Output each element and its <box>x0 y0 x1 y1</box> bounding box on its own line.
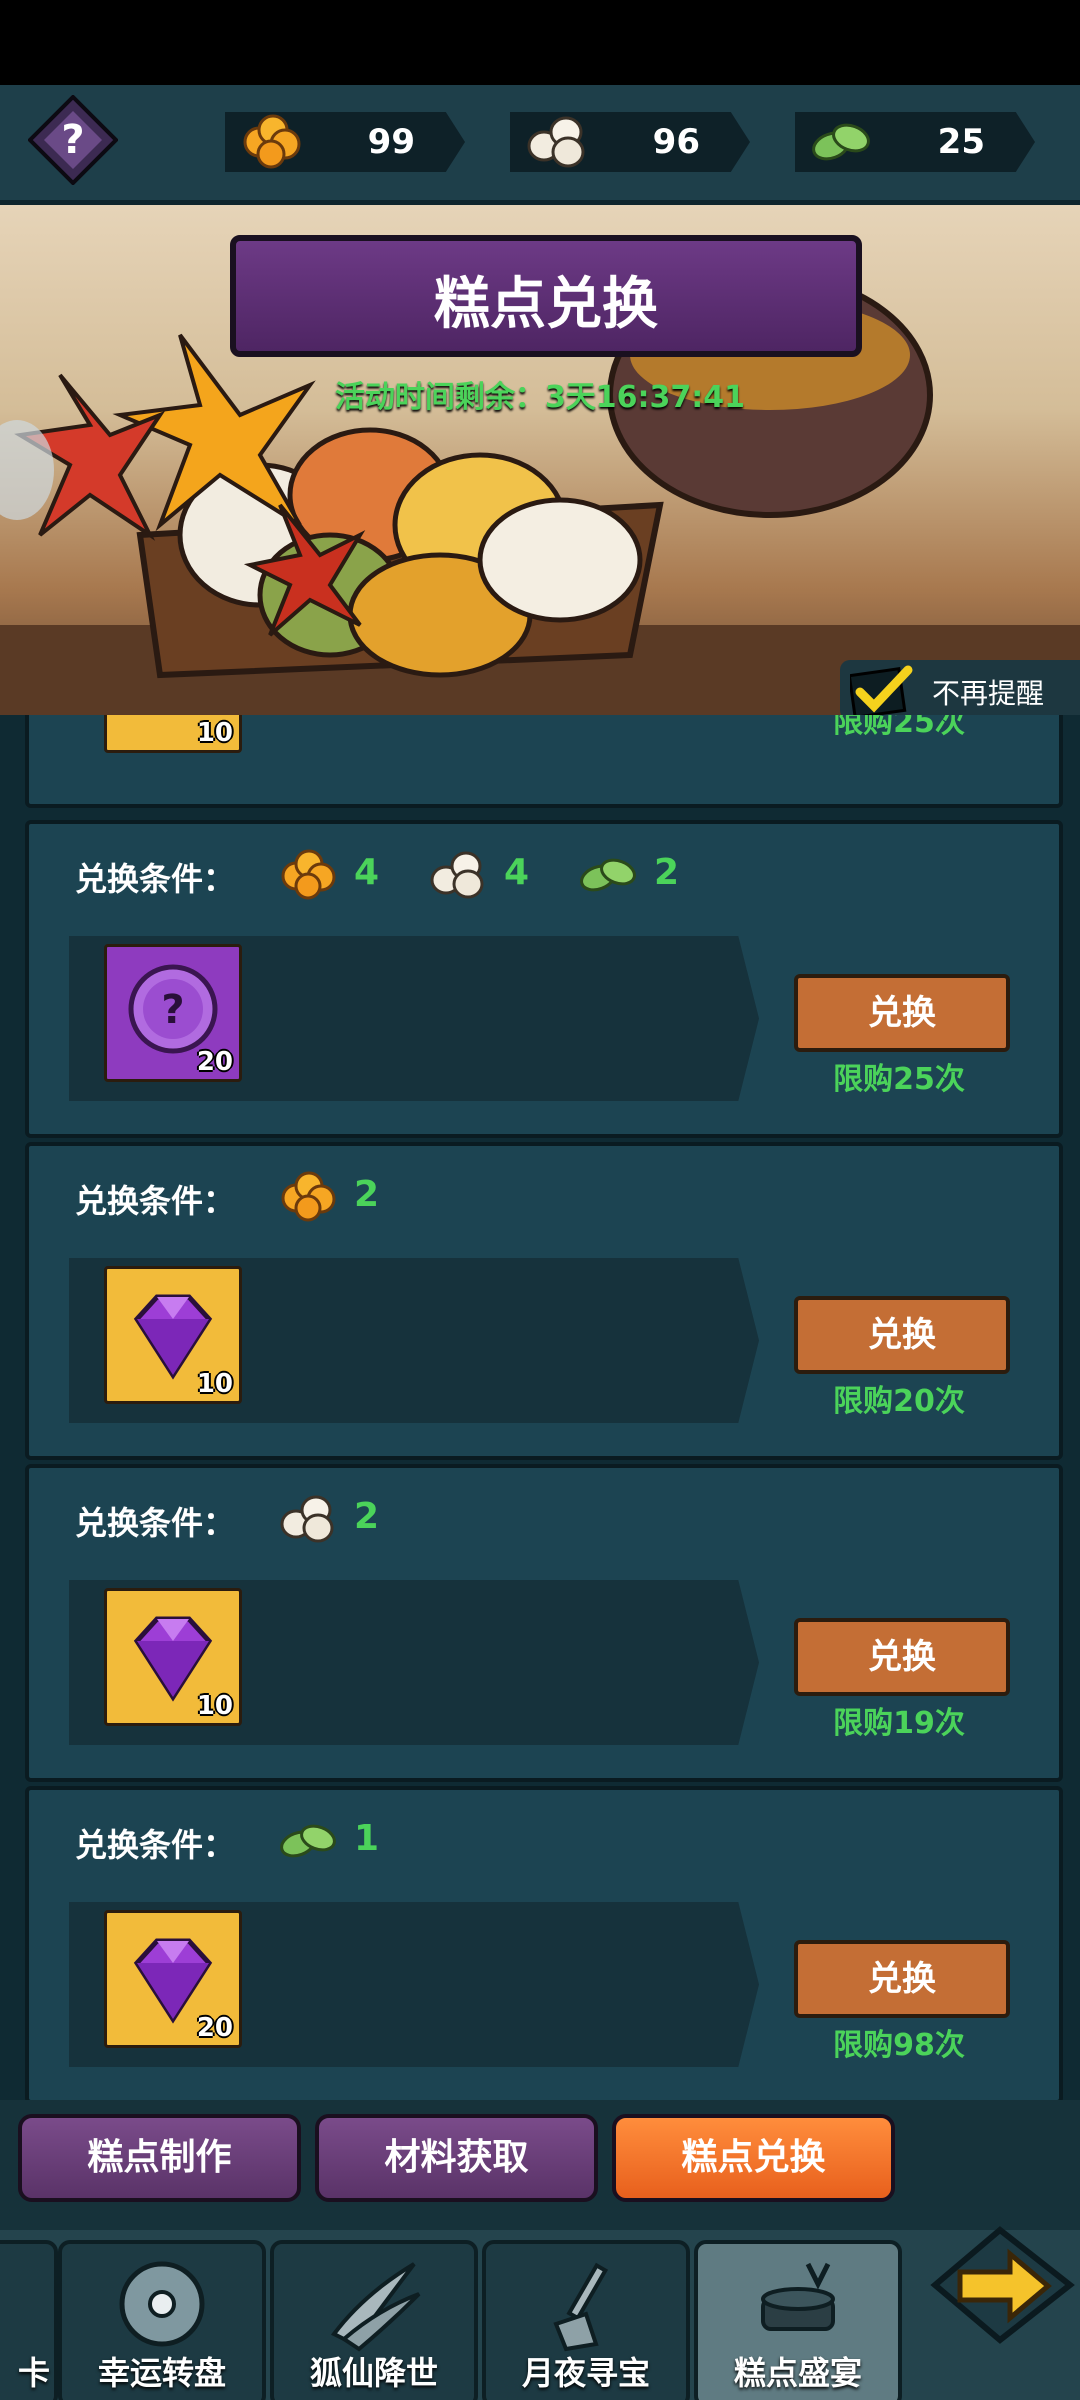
item-count: 10 <box>196 1691 233 1721</box>
timer-label: 活动时间剩余： <box>334 380 545 415</box>
resource-green-leaf: 25 <box>795 112 1035 172</box>
item-count: 10 <box>196 718 233 748</box>
green-leaf-icon <box>580 858 636 892</box>
nav-item-lucky-wheel[interactable]: 幸运转盘 <box>58 2240 266 2400</box>
banner-title-plate: 糕点兑换 <box>230 235 862 357</box>
white-dumpling-icon <box>527 116 585 168</box>
tab-material-obtain[interactable]: 材料获取 <box>315 2114 598 2202</box>
green-leaf-icon <box>280 1824 336 1858</box>
exchange-card: 兑换条件： 1 20 兑换 限购98次 <box>25 1786 1063 2104</box>
exchange-card-partial: 10 限购25次 <box>25 715 1063 808</box>
condition-label: 兑换条件： <box>75 860 236 898</box>
condition-qty: 4 <box>504 852 530 893</box>
reward-item[interactable]: 20 <box>104 1910 242 2048</box>
sub-tab-bar: 糕点制作 材料获取 糕点兑换 <box>0 2100 1080 2230</box>
nav-label: 糕点盛宴 <box>733 2354 862 2392</box>
pastry-feast-icon <box>761 2262 835 2331</box>
checkmark-icon <box>850 665 913 718</box>
exchange-card: 兑换条件： 2 10 兑换 限购20次 <box>25 1142 1063 1460</box>
exchange-button[interactable]: 兑换 <box>794 1296 1010 1374</box>
condition-qty: 4 <box>354 852 380 893</box>
condition-label: 兑换条件： <box>75 1504 236 1542</box>
fox-tails-icon <box>330 2262 421 2352</box>
orange-flower-icon <box>281 1171 336 1222</box>
purchase-limit: 限购25次 <box>833 715 965 740</box>
exchange-button[interactable]: 兑换 <box>794 1618 1010 1696</box>
white-dumpling-icon <box>280 1495 334 1543</box>
purchase-limit: 限购25次 <box>833 1062 965 1097</box>
question-icon: ? <box>27 94 119 186</box>
green-leaf-icon <box>812 123 870 161</box>
exchange-card: 兑换条件： 2 10 兑换 限购19次 <box>25 1464 1063 1782</box>
resource-value: 99 <box>367 122 415 162</box>
no-remind-label: 不再提醒 <box>932 677 1045 710</box>
resource-value: 96 <box>652 122 700 162</box>
item-count: 20 <box>196 1047 233 1077</box>
white-dumpling-icon <box>430 851 484 899</box>
item-count: 10 <box>196 1369 233 1399</box>
resource-white-dumpling: 96 <box>510 112 750 172</box>
exchange-card: 兑换条件： 4 4 2 ? 20 兑换 限购25次 <box>25 820 1063 1138</box>
nav-label: 卡 <box>17 2354 50 2392</box>
tab-pastry-exchange[interactable]: 糕点兑换 <box>612 2114 895 2202</box>
svg-text:?: ? <box>61 117 84 163</box>
reward-item[interactable]: 10 <box>104 715 242 753</box>
shovel-icon <box>553 2262 609 2352</box>
reward-item[interactable]: 10 <box>104 1266 242 1404</box>
condition-qty: 2 <box>654 852 680 893</box>
event-timer: 活动时间剩余：3天16:37:41 <box>0 372 1080 416</box>
nav-next-button[interactable] <box>920 2210 1080 2360</box>
tab-pastry-making[interactable]: 糕点制作 <box>18 2114 301 2202</box>
page-title: 糕点兑换 <box>434 272 658 337</box>
orange-flower-icon <box>281 849 336 900</box>
condition-label: 兑换条件： <box>75 1182 236 1220</box>
purchase-limit: 限购19次 <box>833 1706 965 1741</box>
nav-label: 幸运转盘 <box>97 2354 226 2392</box>
item-count: 20 <box>196 2013 233 2043</box>
condition-label: 兑换条件： <box>75 1826 236 1864</box>
condition-qty: 2 <box>354 1174 380 1215</box>
arrow-right-icon <box>930 2226 1075 2344</box>
nav-label: 狐仙降世 <box>309 2354 438 2392</box>
game-screen: ? 99 96 25 糕点兑换 活动时间剩余：3天16:37:41 不再提醒 1… <box>0 0 1080 2400</box>
wheel-icon <box>119 2261 205 2347</box>
nav-item-moon-treasure[interactable]: 月夜寻宝 <box>482 2240 690 2400</box>
exchange-list[interactable]: 10 限购25次 兑换条件： 4 4 2 ? 20 兑换 限购25次 兑换条件：… <box>0 715 1080 2110</box>
exchange-button[interactable]: 兑换 <box>794 1940 1010 2018</box>
nav-item-fox-spirit[interactable]: 狐仙降世 <box>270 2240 478 2400</box>
nav-item-pastry-feast[interactable]: 糕点盛宴 <box>694 2240 902 2400</box>
help-button[interactable]: ? <box>27 94 119 186</box>
reward-item[interactable]: 10 <box>104 1588 242 1726</box>
resource-orange-flower: 99 <box>225 112 465 172</box>
resource-value: 25 <box>937 122 985 162</box>
no-remind-toggle[interactable]: 不再提醒 <box>840 660 1080 720</box>
orange-flower-icon <box>243 114 301 169</box>
nav-label: 月夜寻宝 <box>521 2354 650 2392</box>
timer-value: 3天16:37:41 <box>544 380 746 415</box>
svg-text:?: ? <box>161 987 184 1033</box>
condition-qty: 2 <box>354 1496 380 1537</box>
exchange-button[interactable]: 兑换 <box>794 974 1010 1052</box>
condition-qty: 1 <box>354 1818 380 1859</box>
reward-item[interactable]: ? 20 <box>104 944 242 1082</box>
nav-item-card[interactable]: 卡 <box>0 2240 58 2400</box>
purchase-limit: 限购20次 <box>833 1384 965 1419</box>
purchase-limit: 限购98次 <box>833 2028 965 2063</box>
